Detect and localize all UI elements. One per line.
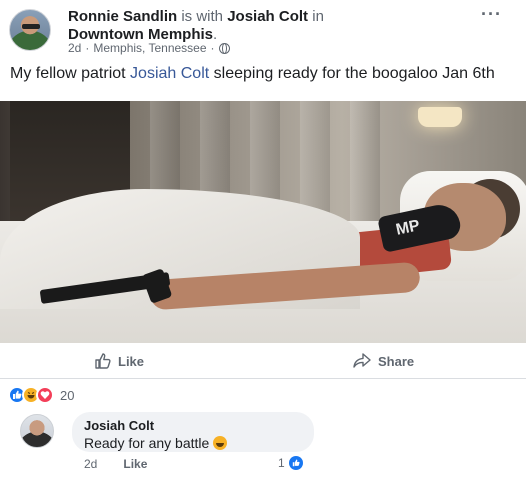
post-text: My fellow patriot Josiah Colt sleeping r…: [10, 64, 510, 84]
meta-dot: ·: [85, 41, 90, 55]
comment-like-count[interactable]: 1: [278, 456, 303, 470]
post-actions: Like Share: [0, 343, 526, 379]
like-button[interactable]: Like: [94, 352, 144, 370]
comment-bubble: Josiah Colt Ready for any battle: [72, 412, 314, 452]
share-arrow-icon: [353, 353, 371, 368]
post-time[interactable]: 2d: [68, 41, 81, 55]
comment-text: Ready for any battle: [84, 435, 210, 451]
comment-meta: 2d Like: [84, 457, 147, 471]
comment-time[interactable]: 2d: [84, 457, 97, 471]
comment-like-button[interactable]: Like: [123, 457, 147, 471]
commenter-avatar[interactable]: [20, 414, 54, 448]
reactions-summary[interactable]: 20: [8, 386, 74, 404]
post-text-end: sleeping ready for the boogaloo Jan 6th: [209, 65, 495, 82]
laughing-emoji-icon: [213, 436, 228, 450]
author-avatar[interactable]: [9, 9, 51, 51]
post-text-start: My fellow patriot: [10, 65, 131, 82]
commenter-name[interactable]: Josiah Colt: [84, 418, 302, 434]
in-word: in: [312, 8, 324, 25]
lamp-shape: [418, 107, 462, 127]
share-label: Share: [378, 353, 415, 369]
like-label: Like: [118, 353, 145, 369]
meta-dot-2: ·: [210, 41, 215, 55]
post-header-text: Ronnie Sandlin is with Josiah Colt in Do…: [68, 8, 458, 44]
share-button[interactable]: Share: [352, 352, 414, 370]
like-icon: [288, 456, 303, 470]
post-place[interactable]: Memphis, Tennessee: [93, 41, 206, 55]
post-text-tag[interactable]: Josiah Colt: [130, 65, 209, 82]
reaction-count[interactable]: 20: [60, 388, 74, 403]
post-header: Ronnie Sandlin is with Josiah Colt in Do…: [0, 0, 526, 58]
love-icon: [36, 386, 54, 404]
comment-text-row: Ready for any battle: [84, 434, 302, 452]
comment-like-number: 1: [278, 456, 285, 470]
thumbs-up-icon: [95, 353, 111, 369]
sunglasses-shape: [22, 24, 40, 29]
with-word: is with: [181, 8, 224, 25]
globe-icon: [218, 42, 230, 54]
post-meta: 2d · Memphis, Tennessee ·: [68, 41, 230, 55]
post-photo[interactable]: MP: [0, 101, 526, 343]
tagged-person[interactable]: Josiah Colt: [227, 8, 308, 25]
comment-item: Josiah Colt Ready for any battle 2d Like…: [0, 410, 526, 488]
more-options-icon[interactable]: ···: [481, 4, 502, 25]
author-name[interactable]: Ronnie Sandlin: [68, 8, 177, 25]
